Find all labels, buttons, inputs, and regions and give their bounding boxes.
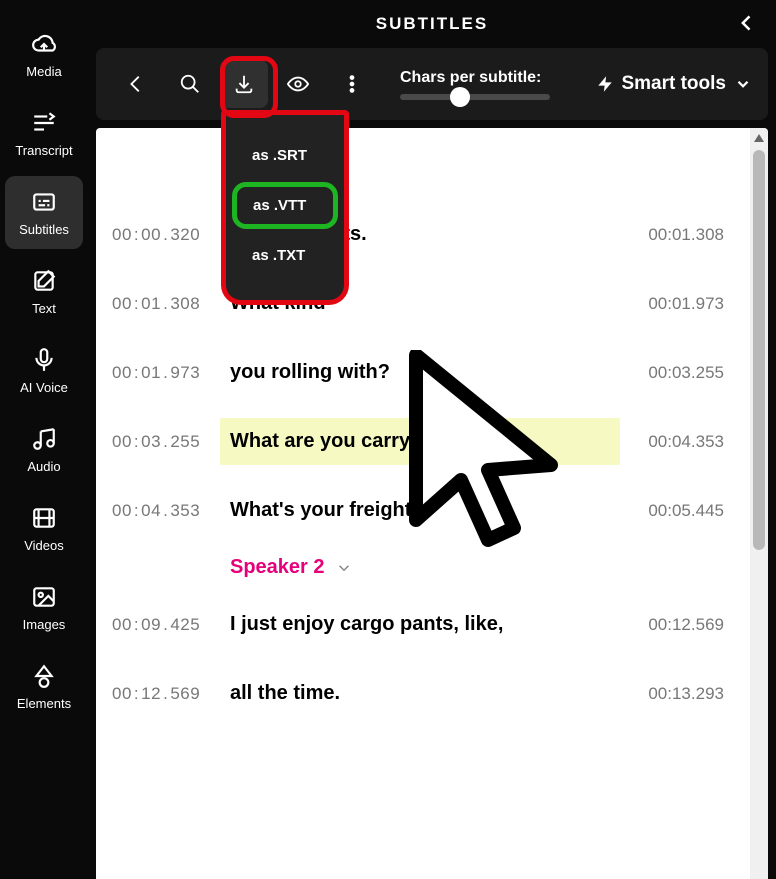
back-button[interactable] [112,60,160,108]
chars-label: Chars per subtitle: [400,69,550,87]
sidebar-item-transcript[interactable]: Transcript [5,97,83,170]
sidebar-label: AI Voice [20,380,68,395]
end-timecode: 00:01.308 [620,225,730,245]
download-format-menu: as .SRT as .VTT as .TXT [221,110,349,305]
subtitle-text[interactable]: What are you carrying? [220,418,620,465]
scroll-thumb[interactable] [753,150,765,550]
sidebar-item-media[interactable]: Media [5,18,83,91]
more-options-button[interactable] [328,60,376,108]
sidebar-item-images[interactable]: Images [5,571,83,644]
collapse-panel-button[interactable] [734,10,760,36]
sidebar-item-subtitles[interactable]: Subtitles [5,176,83,249]
preview-button[interactable] [274,60,322,108]
chevron-left-icon [125,73,147,95]
sidebar: Media Transcript Subtitles Text AI Voice… [0,0,88,879]
sidebar-item-ai-voice[interactable]: AI Voice [5,334,83,407]
titlebar: SUBTITLES [88,0,776,48]
sidebar-label: Audio [27,459,60,474]
text-edit-icon [30,267,58,295]
smart-tools-button[interactable]: Smart tools [597,73,752,95]
speaker-label: Speaker 2 [230,556,325,579]
menu-item-srt[interactable]: as .SRT [232,133,338,178]
toolbar: Chars per subtitle: Smart tools as .SRT … [96,48,768,120]
sidebar-label: Transcript [15,143,72,158]
end-timecode: 00:05.445 [620,501,730,521]
eye-icon [287,73,309,95]
start-timecode: 00:00.320 [100,225,220,245]
shapes-icon [30,662,58,690]
subtitle-row[interactable]: 00:01.308 What kind 00:01.973 [100,280,730,327]
subtitle-text[interactable]: you rolling with? [220,349,620,396]
end-timecode: 00:13.293 [620,684,730,704]
end-timecode: 00:04.353 [620,432,730,452]
chars-slider[interactable] [400,94,550,100]
slider-knob[interactable] [450,87,470,107]
sidebar-item-videos[interactable]: Videos [5,492,83,565]
main: SUBTITLES Chars per subtitle: Smar [88,0,776,879]
microphone-icon [30,346,58,374]
end-timecode: 00:01.973 [620,294,730,314]
subtitle-list: Speaker 1 00:00.320 g cargo pants. 00:01… [96,128,750,879]
scrollbar[interactable] [750,128,768,879]
subtitle-row[interactable]: 00:01.973 you rolling with? 00:03.255 [100,349,730,396]
scroll-up-arrow-icon[interactable] [754,134,764,142]
start-timecode: 00:03.255 [100,432,220,452]
cloud-upload-icon [30,30,58,58]
download-button[interactable] [220,60,268,108]
start-timecode: 00:09.425 [100,615,220,635]
chevron-down-icon [734,75,752,93]
more-vertical-icon [341,73,363,95]
start-timecode: 00:04.353 [100,501,220,521]
subtitle-row[interactable]: 00:12.569 all the time. 00:13.293 [100,670,730,717]
subtitles-icon [30,188,58,216]
download-icon [233,73,255,95]
sidebar-label: Videos [24,538,64,553]
sidebar-label: Text [32,301,56,316]
subtitle-text[interactable]: What's your freight? [220,487,620,534]
end-timecode: 00:12.569 [620,615,730,635]
film-icon [30,504,58,532]
start-timecode: 00:12.569 [100,684,220,704]
subtitle-text[interactable]: I just enjoy cargo pants, like, [220,601,620,648]
subtitle-row[interactable]: 00:09.425 I just enjoy cargo pants, like… [100,601,730,648]
page-title: SUBTITLES [376,14,488,34]
end-timecode: 00:03.255 [620,363,730,383]
menu-item-txt[interactable]: as .TXT [232,233,338,278]
lightning-icon [597,76,613,92]
sidebar-label: Images [23,617,66,632]
subtitle-row[interactable]: 00:03.255 What are you carrying? 00:04.3… [100,418,730,465]
sidebar-item-text[interactable]: Text [5,255,83,328]
sidebar-label: Media [26,64,61,79]
chevron-down-icon [335,559,353,577]
speaker-selector[interactable]: Speaker 2 [230,556,730,579]
sidebar-item-audio[interactable]: Audio [5,413,83,486]
subtitle-row[interactable]: 00:04.353 What's your freight? 00:05.445 [100,487,730,534]
menu-item-vtt[interactable]: as .VTT [232,182,338,229]
sidebar-label: Subtitles [19,222,69,237]
sidebar-label: Elements [17,696,71,711]
search-icon [179,73,201,95]
subtitle-row[interactable]: 00:00.320 g cargo pants. 00:01.308 [100,211,730,258]
chars-per-subtitle-control: Chars per subtitle: [400,69,550,100]
transcript-icon [30,109,58,137]
search-button[interactable] [166,60,214,108]
subtitle-text[interactable]: all the time. [220,670,620,717]
chevron-left-icon [737,13,757,33]
subtitle-content: Speaker 1 00:00.320 g cargo pants. 00:01… [96,128,768,879]
sidebar-item-elements[interactable]: Elements [5,650,83,723]
music-note-icon [30,425,58,453]
smart-tools-label: Smart tools [621,73,726,95]
start-timecode: 00:01.973 [100,363,220,383]
image-icon [30,583,58,611]
start-timecode: 00:01.308 [100,294,220,314]
